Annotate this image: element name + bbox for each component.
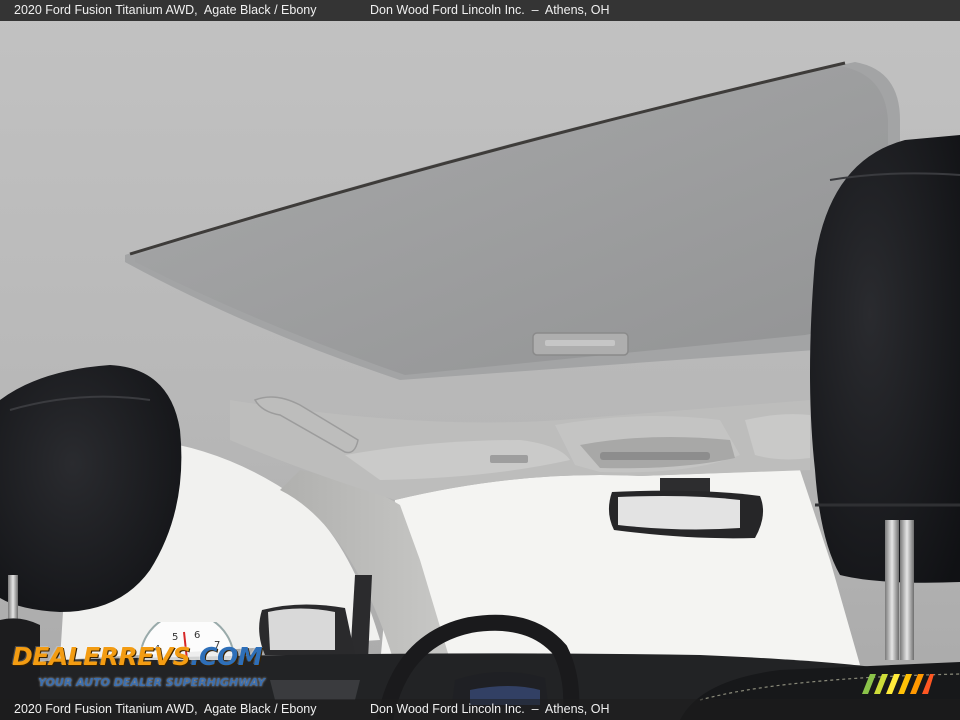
watermark-brand-suffix: .COM	[190, 642, 263, 671]
caption-bar-top: 2020 Ford Fusion Titanium AWD, Agate Bla…	[0, 0, 960, 21]
stripes-logo	[862, 674, 934, 694]
dealerrevs-watermark: 4 5 6 7 DEALERREVS.COM YOUR AUTO DEALER …	[10, 622, 270, 696]
caption-bar-bottom: 2020 Ford Fusion Titanium AWD, Agate Bla…	[0, 699, 960, 720]
dealer-name-bottom: Don Wood Ford Lincoln Inc.	[370, 702, 525, 716]
dealer-name: Don Wood Ford Lincoln Inc.	[370, 3, 525, 17]
caption-dealer: Don Wood Ford Lincoln Inc. – Athens, OH	[370, 3, 610, 17]
watermark-brand-prefix: DEALERREVS	[12, 642, 191, 671]
svg-text:6: 6	[194, 630, 200, 641]
vehicle-name-bottom: 2020 Ford Fusion Titanium AWD,	[14, 702, 198, 716]
caption-dealer-bottom: Don Wood Ford Lincoln Inc. – Athens, OH	[370, 702, 610, 716]
headrest-right	[810, 135, 960, 583]
watermark-brand: DEALERREVS.COM	[12, 642, 263, 671]
dealer-location-bottom: Athens, OH	[544, 702, 610, 716]
watermark-tagline: YOUR AUTO DEALER SUPERHIGHWAY	[38, 676, 266, 689]
vehicle-name: 2020 Ford Fusion Titanium AWD,	[14, 3, 198, 17]
vehicle-color-bottom: Agate Black / Ebony	[203, 702, 317, 716]
car-interior-photo	[0, 0, 960, 720]
caption-vehicle-bottom: 2020 Ford Fusion Titanium AWD, Agate Bla…	[14, 699, 317, 720]
caption-vehicle: 2020 Ford Fusion Titanium AWD, Agate Bla…	[14, 0, 317, 21]
vehicle-color: Agate Black / Ebony	[203, 3, 317, 17]
dealer-location: Athens, OH	[544, 3, 610, 17]
